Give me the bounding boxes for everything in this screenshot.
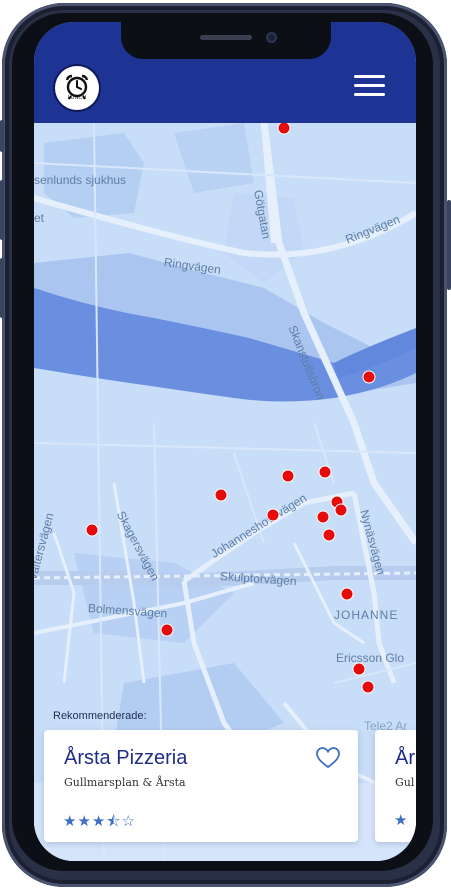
volume-down-button — [0, 258, 4, 318]
restaurant-pin[interactable] — [318, 465, 332, 479]
restaurant-pin[interactable] — [266, 508, 280, 522]
restaurant-pin[interactable] — [160, 623, 174, 637]
restaurant-name: År — [395, 747, 415, 769]
restaurant-pin[interactable] — [361, 680, 375, 694]
restaurant-card[interactable]: År Gul ★ — [375, 730, 416, 842]
restaurant-pin[interactable] — [281, 469, 295, 483]
restaurant-pin[interactable] — [352, 662, 366, 676]
rating-stars: ★ — [394, 812, 409, 829]
volume-up-button — [0, 180, 4, 240]
restaurant-pin[interactable] — [214, 488, 228, 502]
restaurant-pin[interactable] — [316, 510, 330, 524]
hamburger-icon-line — [354, 84, 385, 87]
app-logo[interactable]: LUNCH — [55, 66, 99, 110]
restaurant-card[interactable]: Årsta Pizzeria Gullmarsplan & Årsta ★★★⯪… — [44, 730, 358, 842]
restaurant-pin[interactable] — [277, 121, 291, 135]
recommended-label: Rekommenderade: — [53, 710, 147, 722]
hamburger-icon — [354, 75, 385, 78]
restaurant-pin[interactable] — [340, 587, 354, 601]
speaker-grille — [200, 35, 252, 40]
alarm-clock-icon — [65, 74, 89, 100]
restaurant-location: Gul — [395, 776, 415, 789]
front-camera — [266, 32, 277, 43]
mute-switch — [0, 120, 4, 152]
street-label: Ericsson Glo — [336, 651, 405, 665]
app-screen: senlunds sjukhus Götgatan Ringvägen Ring… — [34, 22, 416, 861]
hamburger-icon-line — [354, 93, 385, 96]
restaurant-pin[interactable] — [334, 503, 348, 517]
restaurant-pin[interactable] — [85, 523, 99, 537]
restaurant-location: Gullmarsplan & Årsta — [64, 776, 186, 789]
favorite-heart-icon[interactable] — [315, 746, 341, 770]
street-label: senlunds sjukhus — [34, 173, 127, 187]
restaurant-pin[interactable] — [362, 370, 376, 384]
menu-button[interactable] — [354, 75, 386, 99]
rating-stars: ★★★⯪☆ — [63, 813, 136, 830]
street-label: et — [34, 211, 45, 225]
logo-text: LUNCH — [67, 95, 87, 101]
restaurant-pin[interactable] — [322, 528, 336, 542]
power-button — [447, 200, 451, 290]
restaurant-name: Årsta Pizzeria — [64, 747, 188, 769]
phone-notch — [121, 22, 331, 59]
street-label: JOHANNE — [334, 608, 399, 622]
